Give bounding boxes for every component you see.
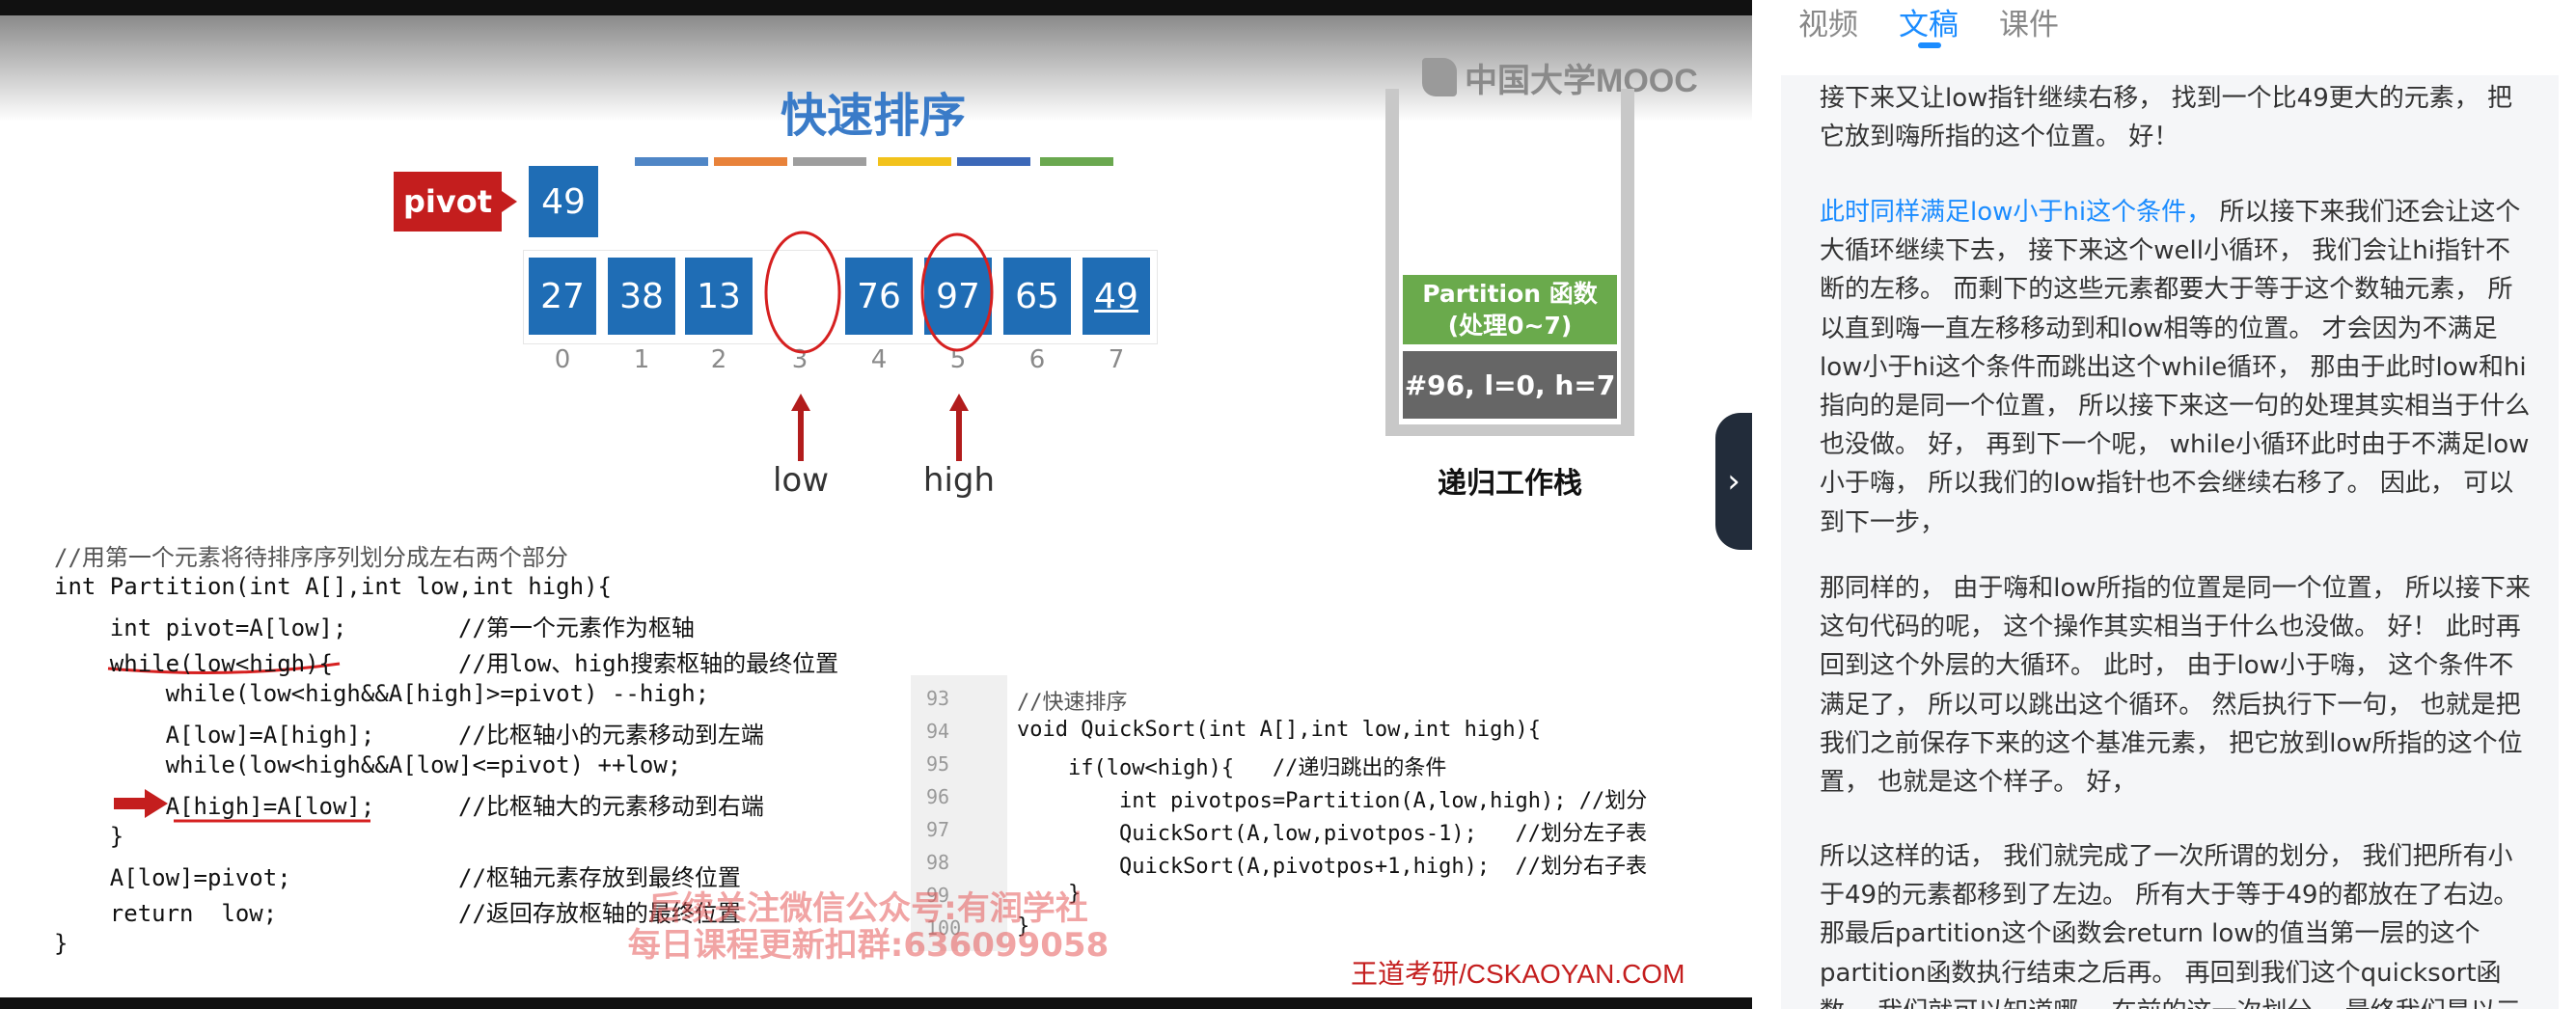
transcript-area[interactable]: 接下来又让low指针继续右移， 找到一个比49更大的元素， 把它放到嗨所指的这个…: [1781, 75, 2559, 1009]
code-line: }: [54, 930, 69, 957]
line-number: 93: [926, 687, 950, 710]
transcript-paragraph[interactable]: 接下来又让low指针继续右移， 找到一个比49更大的元素， 把它放到嗨所指的这个…: [1820, 79, 2534, 156]
transcript-paragraph[interactable]: 所以这样的话， 我们就完成了一次所谓的划分， 我们把所有小于49的元素都移到了左…: [1820, 837, 2534, 1009]
code-line: QuickSort(A,low,pivotpos-1); //划分左子表: [1017, 822, 1648, 846]
transcript-paragraph[interactable]: 那同样的， 由于嗨和low所指的位置是同一个位置， 所以接下来这句代码的呢， 这…: [1820, 569, 2534, 802]
line-number: 97: [926, 818, 950, 841]
code-line: if(low<high){ //递归跳出的条件: [1017, 756, 1447, 780]
code-comment: //用第一个元素将待排序序列划分成左右两个部分: [54, 544, 568, 571]
stack-frame-partition: Partition 函数 (处理0~7): [1403, 275, 1617, 344]
active-tab-indicator: [1918, 42, 1941, 48]
chevron-right-icon: ›: [1727, 462, 1740, 501]
code-line: int pivotpos=Partition(A,low,high); //划分: [1017, 789, 1648, 813]
code-line: //快速排序: [1017, 691, 1128, 715]
code-line: int Partition(int A[],int low,int high){: [54, 573, 612, 600]
tab-video[interactable]: 视频: [1798, 0, 1858, 43]
code-line: int pivot=A[low]; //第一个元素作为枢轴: [54, 614, 695, 641]
code-line: }: [54, 823, 124, 850]
code-line: A[low]=A[high]; //比枢轴小的元素移动到左端: [54, 722, 764, 749]
line-number: 96: [926, 785, 950, 808]
annotation-circle: [764, 231, 841, 354]
panel-tabs: 视频 文稿 课件: [1752, 0, 2576, 54]
transcript-text: 所以接下来我们还会让这个大循环继续下去， 接下来这个well小循环， 我们会让h…: [1820, 198, 2531, 537]
transcript-text: 那同样的， 由于嗨和low所指的位置是同一个位置， 所以接下来这句代码的呢， 这…: [1820, 574, 2531, 798]
stack-frame-quicksort: #96, l=0, h=7: [1403, 351, 1617, 419]
tab-courseware[interactable]: 课件: [1999, 0, 2059, 43]
side-panel: 视频 文稿 课件 接下来又让low指针继续右移， 找到一个比49更大的元素， 把…: [1752, 0, 2576, 1009]
stack-frame-line1: Partition 函数: [1422, 280, 1598, 308]
watermark-line-2: 每日课程更新扣群:636099058: [627, 926, 1110, 965]
footer-credit: 王道考研/CSKAOYAN.COM: [1351, 959, 1685, 989]
stack-right-wall: [1621, 89, 1634, 436]
video-player[interactable]: 快速排序 中国大学MOOC pivot 49 27 38 13 76 97 65…: [0, 0, 1752, 1009]
transcript-text: 所以这样的话， 我们就完成了一次所谓的划分， 我们把所有小于49的元素都移到了左…: [1820, 842, 2521, 1009]
stack-left-wall: [1385, 89, 1399, 436]
transcript-highlight: 此时同样满足low小于hi这个条件，: [1820, 198, 2212, 227]
tab-transcript[interactable]: 文稿: [1899, 0, 1959, 43]
code-partition: int Partition(int A[],int low,int high){…: [54, 573, 838, 957]
code-line: while(low<high){ //用low、high搜索枢轴的最终位置: [54, 650, 839, 677]
code-line: void QuickSort(int A[],int low,int high)…: [1017, 718, 1542, 742]
transcript-paragraph[interactable]: 此时同样满足low小于hi这个条件， 所以接下来我们还会让这个大循环继续下去， …: [1820, 193, 2534, 542]
line-number: 95: [926, 752, 950, 776]
stack-title: 递归工作栈: [1438, 467, 1582, 501]
collapse-panel-button[interactable]: ›: [1715, 413, 1752, 550]
line-number: 94: [926, 720, 950, 743]
line-number: 98: [926, 851, 950, 874]
stack-frame-line2: (处理0~7): [1447, 312, 1573, 340]
video-bottom-band: [0, 997, 1752, 1009]
annotation-circle: [920, 232, 994, 352]
code-line: A[high]=A[low]; //比枢轴大的元素移动到右端: [54, 793, 764, 820]
transcript-text: 接下来又让low指针继续右移， 找到一个比49更大的元素， 把它放到嗨所指的这个…: [1820, 84, 2513, 152]
code-line: QuickSort(A,pivotpos+1,high); //划分右子表: [1017, 855, 1648, 879]
code-line: while(low<high&&A[low]<=pivot) ++low;: [54, 751, 682, 778]
stack-base: [1385, 424, 1634, 436]
code-line: while(low<high&&A[high]>=pivot) --high;: [54, 680, 710, 707]
